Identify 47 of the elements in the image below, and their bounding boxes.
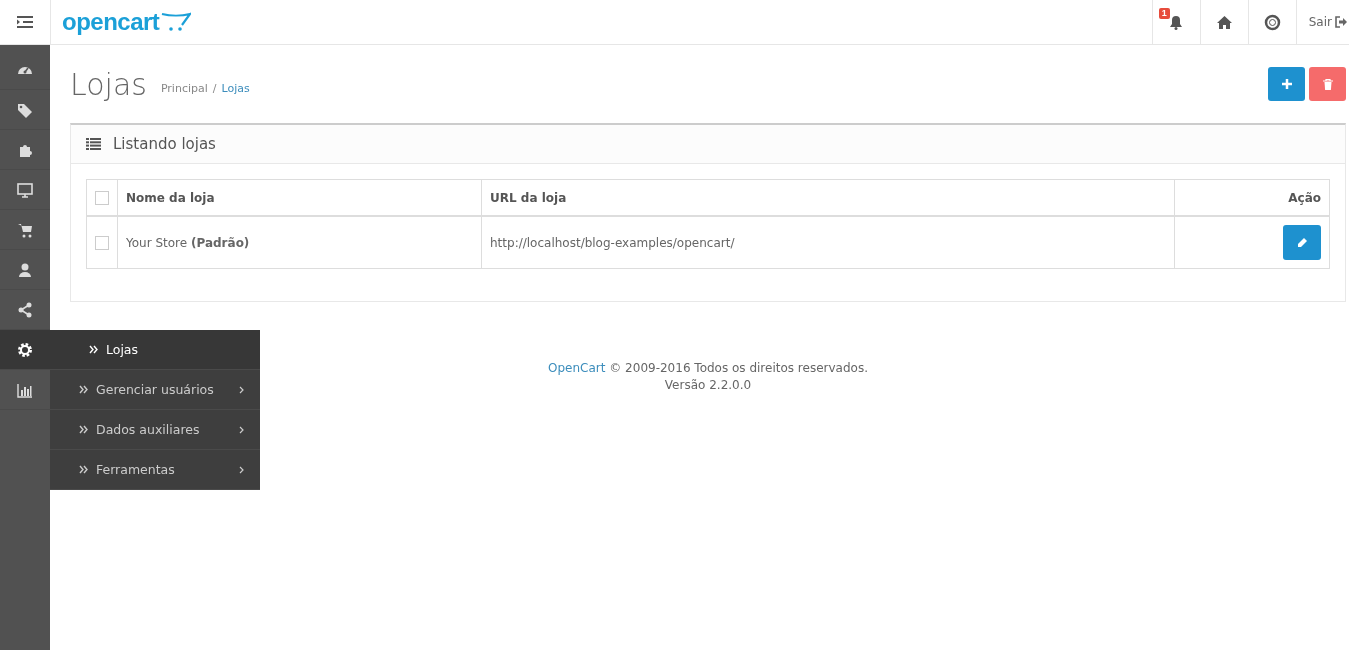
breadcrumb-separator: /: [212, 81, 217, 95]
panel-title: Listando lojas: [113, 135, 216, 153]
edit-button[interactable]: [1283, 225, 1321, 260]
chevron-right-icon: [239, 385, 244, 394]
column-header: URL da loja: [490, 190, 567, 205]
submenu-item[interactable]: Ferramentas: [50, 450, 260, 490]
breadcrumb-link[interactable]: Lojas: [221, 81, 250, 95]
monitor-icon: [16, 180, 34, 199]
bell-icon: [1169, 14, 1184, 30]
chevron-right-icon: [239, 425, 244, 434]
submenu-item[interactable]: Dados auxiliares: [50, 410, 260, 450]
delete-button[interactable]: [1309, 67, 1346, 101]
row-checkbox[interactable]: [95, 235, 109, 250]
double-chevron-icon: [79, 385, 88, 394]
lifebuoy-icon: [1263, 13, 1281, 31]
double-chevron-icon: [89, 345, 98, 354]
sidebar-item[interactable]: [0, 330, 50, 370]
double-chevron-icon: [79, 425, 88, 434]
footer-link[interactable]: OpenCart: [548, 361, 606, 375]
chevron-right-icon: [239, 465, 244, 474]
select-all-checkbox[interactable]: [95, 190, 109, 205]
logout-button[interactable]: Sair: [1295, 0, 1349, 44]
store-name: Your Store (Padrão): [126, 235, 250, 250]
menu-icon: [17, 16, 33, 28]
share-icon: [16, 300, 34, 319]
settings-icon: [16, 340, 34, 359]
page-title: Lojas: [70, 66, 147, 102]
store-url: http://localhost/blog-examples/opencart/: [490, 235, 735, 250]
submenu-item[interactable]: Lojas: [50, 330, 260, 370]
dashboard-icon: [16, 65, 34, 74]
notification-badge: 1: [1158, 8, 1170, 19]
pencil-icon: [1297, 237, 1307, 248]
trash-icon: [1322, 78, 1333, 90]
copyright-text: © 2009-2016 Todos os direitos reservados.: [609, 361, 868, 375]
notifications-button[interactable]: 1: [1151, 0, 1200, 44]
submenu-item[interactable]: Gerenciar usuários: [50, 370, 260, 410]
column-header: Nome da loja: [126, 190, 215, 205]
cart-logo-icon: [161, 12, 192, 32]
breadcrumb-link[interactable]: Principal: [160, 81, 208, 95]
add-button[interactable]: [1268, 67, 1305, 101]
sign-out-icon: [1335, 16, 1347, 28]
double-chevron-icon: [79, 465, 88, 474]
home-icon: [1216, 15, 1232, 29]
list-icon: [86, 138, 101, 150]
version-text: Versão 2.2.0.0: [664, 378, 752, 392]
plus-icon: [1281, 79, 1292, 89]
column-header: Ação: [1288, 190, 1321, 205]
